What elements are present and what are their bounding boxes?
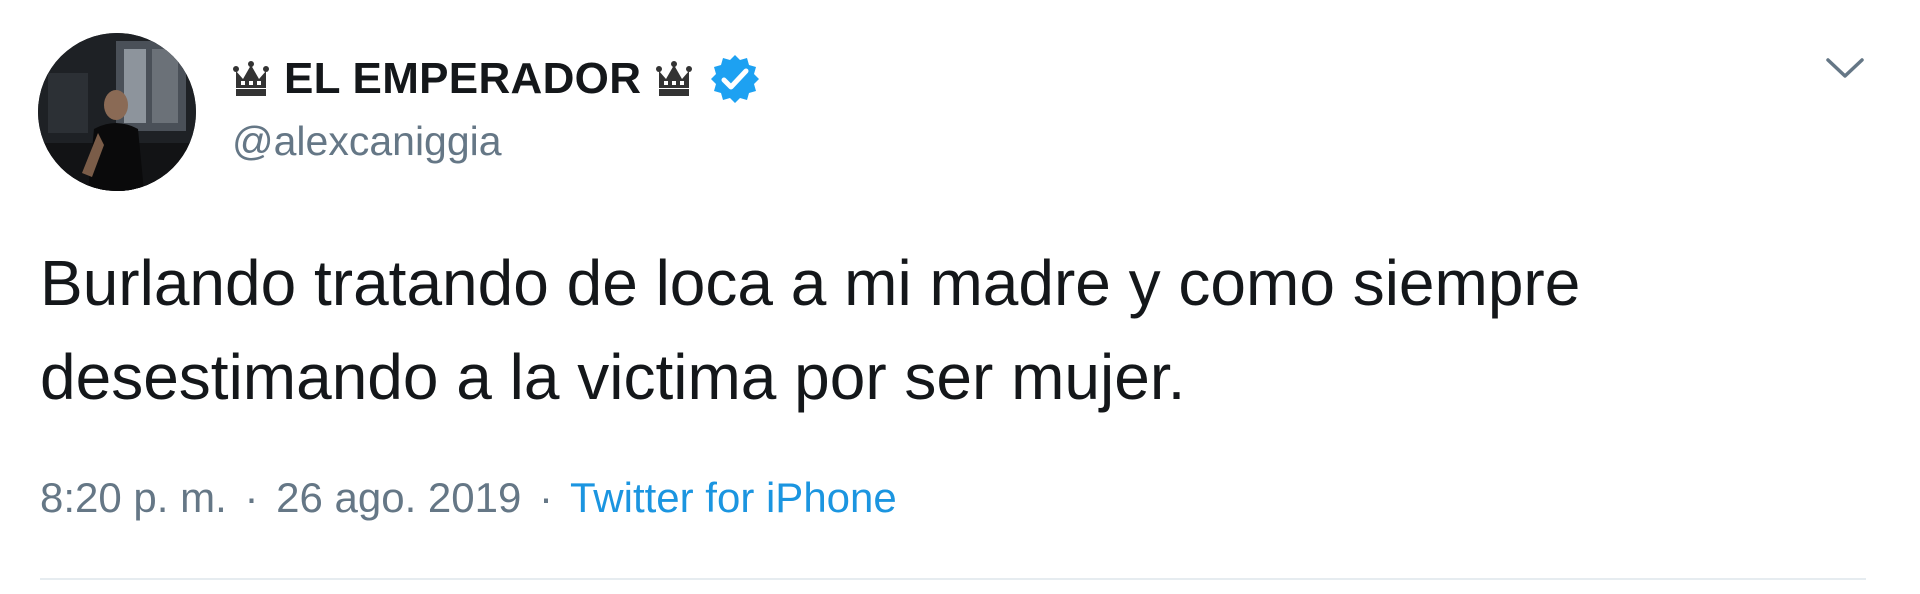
tweet-source-link[interactable]: Twitter for iPhone [570, 474, 897, 521]
divider [40, 578, 1866, 580]
meta-separator: · [539, 474, 554, 521]
tweet-card: EL EMPERADOR @alexcaniggia Burlando trat… [0, 0, 1920, 594]
avatar-photo [38, 33, 196, 191]
author-handle[interactable]: @alexcaniggia [232, 118, 502, 165]
avatar[interactable] [38, 33, 196, 191]
verified-badge-icon [711, 55, 760, 103]
tweet-date[interactable]: 26 ago. 2019 [276, 474, 521, 521]
tweet-text-line-1: Burlando tratando de loca a mi madre y c… [40, 247, 1581, 319]
crown-icon [233, 61, 269, 96]
chevron-down-icon[interactable] [1820, 48, 1870, 88]
tweet-meta: 8:20 p. m. · 26 ago. 2019 · Twitter for … [40, 474, 897, 522]
crown-icon [656, 61, 693, 96]
tweet-text: Burlando tratando de loca a mi madre y c… [40, 236, 1860, 424]
display-name[interactable]: EL EMPERADOR [284, 54, 641, 104]
author-name-row[interactable]: EL EMPERADOR [232, 44, 761, 114]
meta-separator: · [244, 474, 259, 521]
tweet-text-line-2: desestimando a la victima por ser mujer. [40, 341, 1186, 413]
tweet-time[interactable]: 8:20 p. m. [40, 474, 227, 521]
